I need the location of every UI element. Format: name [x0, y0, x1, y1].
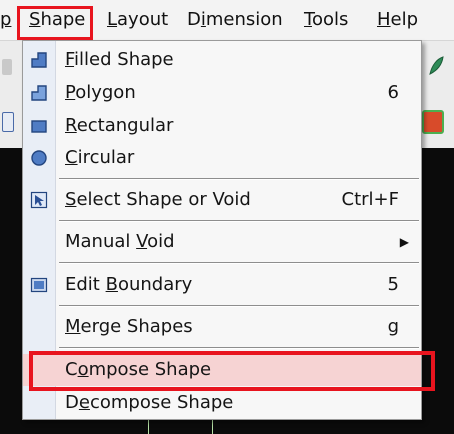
toolbar-icon-partial[interactable] [2, 112, 14, 132]
menubar-item-mnemonic: T [304, 9, 312, 30]
menubar-item-mnemonic: p [0, 9, 12, 30]
menu-item-shortcut: Ctrl+F [341, 189, 399, 210]
polygon-icon [30, 84, 48, 102]
menu-item-label: Rectangular [65, 110, 173, 142]
menu-item-label-rest: oundary [117, 274, 193, 295]
menu-item-label-rest: erge Shapes [80, 316, 193, 337]
menu-item-label-lead: Manual [65, 231, 137, 252]
menu-item-decompose-shape[interactable]: Decompose Shape [23, 387, 421, 419]
menu-item-mnemonic: F [65, 49, 75, 70]
menubar-item-rest: ayout [117, 9, 169, 30]
menu-item-label-rest: ectangular [76, 115, 174, 136]
shape-menu-annotation-box [17, 6, 93, 40]
menubar-item-partial[interactable]: p [0, 0, 11, 40]
menubar-item-tools[interactable]: Tools [304, 0, 348, 40]
toolbar-icon-partial-right[interactable] [427, 55, 445, 77]
menu-separator [59, 347, 419, 349]
menu-item-label-lead: D [65, 392, 79, 413]
menu-item-label: Circular [65, 142, 134, 174]
menu-item-label-rest: compose Shape [89, 392, 234, 413]
menu-item-shortcut: 6 [387, 82, 399, 103]
submenu-arrow-icon: ▶ [399, 235, 409, 249]
filled-shape-icon [30, 51, 48, 69]
leaf-icon [429, 56, 444, 75]
menu-item-label: Manual Void [65, 226, 175, 258]
menu-item-merge-shapes[interactable]: Merge Shapes g [23, 311, 421, 343]
menu-item-label-rest: oid [147, 231, 175, 252]
compose-shape-annotation-box [29, 351, 435, 391]
circle-icon [30, 149, 48, 167]
menu-item-select-shape-or-void[interactable]: Select Shape or Void Ctrl+F [23, 184, 421, 216]
menu-item-label: Select Shape or Void [65, 184, 251, 216]
menu-item-mnemonic: e [78, 392, 90, 413]
menu-item-label-rest: ircular [77, 147, 135, 168]
menu-item-mnemonic: P [65, 82, 76, 103]
menubar-item-rest: elp [390, 9, 419, 30]
menu-item-label: Decompose Shape [65, 387, 233, 419]
menu-separator [59, 220, 419, 222]
menubar-item-dimension[interactable]: Dimension [187, 0, 283, 40]
menu-item-mnemonic: S [65, 189, 77, 210]
menubar-item-mnemonic: H [377, 9, 391, 30]
menu-separator [59, 305, 419, 307]
menubar-item-mnemonic: L [107, 9, 118, 30]
menu-item-manual-void[interactable]: Manual Void ▶ [23, 226, 421, 258]
menu-item-filled-shape[interactable]: Filled Shape [23, 44, 421, 76]
toolbar-icon-partial-right[interactable] [422, 110, 444, 134]
menubar-item-help[interactable]: Help [377, 0, 418, 40]
menu-item-polygon[interactable]: Polygon 6 [23, 77, 421, 109]
menu-item-edit-boundary[interactable]: Edit Boundary 5 [23, 269, 421, 301]
menubar-item-rest: mension [205, 9, 283, 30]
menu-separator [59, 262, 419, 264]
menu-item-shortcut: 5 [387, 274, 399, 295]
menu-item-mnemonic: M [65, 316, 81, 337]
menu-item-label-rest: illed Shape [74, 49, 174, 70]
menu-item-label-rest: olygon [75, 82, 136, 103]
menu-item-mnemonic: B [105, 274, 118, 295]
menu-item-mnemonic: R [65, 115, 77, 136]
menu-item-mnemonic: V [136, 231, 148, 252]
menu-item-circular[interactable]: Circular [23, 142, 421, 174]
toolbar-icon-partial[interactable] [2, 59, 12, 75]
menu-item-label-lead: Edit [65, 274, 106, 295]
menu-separator [59, 178, 419, 180]
select-shape-icon [30, 191, 48, 209]
rectangle-icon [30, 117, 48, 135]
menubar-item-layout[interactable]: Layout [107, 0, 168, 40]
menu-item-label-rest: elect Shape or Void [76, 189, 251, 210]
menubar-item-rest: ools [311, 9, 349, 30]
menu-item-label: Merge Shapes [65, 311, 193, 343]
menu-item-rectangular[interactable]: Rectangular [23, 110, 421, 142]
edit-boundary-icon [30, 276, 48, 294]
menu-item-shortcut: g [387, 316, 399, 337]
menu-item-label: Filled Shape [65, 44, 174, 76]
menubar-item-lead: D [187, 9, 201, 30]
menu-item-mnemonic: C [65, 147, 78, 168]
menu-item-label: Edit Boundary [65, 269, 192, 301]
menu-item-label: Polygon [65, 77, 136, 109]
